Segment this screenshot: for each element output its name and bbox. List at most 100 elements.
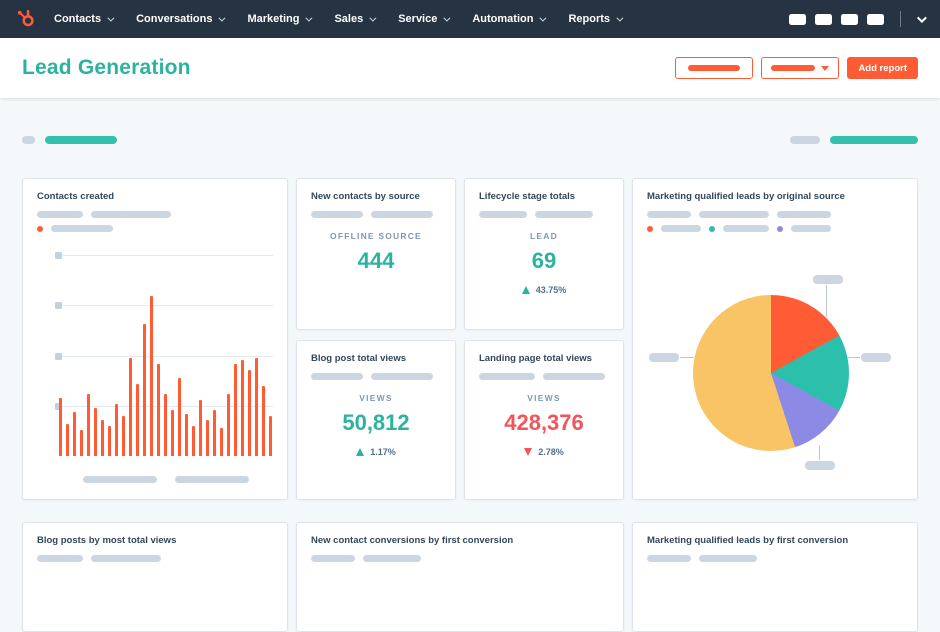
bar[interactable]	[248, 370, 251, 456]
redacted-legend-label	[647, 555, 691, 562]
bar[interactable]	[87, 394, 90, 456]
bar[interactable]	[178, 378, 181, 456]
nav-item-label: Conversations	[136, 13, 213, 25]
nav-item-contacts[interactable]: Contacts	[54, 13, 115, 25]
card-mql-by-first-conversion: Marketing qualified leads by first conve…	[632, 522, 918, 632]
redacted-legend-label	[37, 211, 83, 218]
bar[interactable]	[171, 410, 174, 456]
nav-item-label: Service	[398, 13, 438, 25]
redacted-legend-label	[791, 225, 831, 232]
card-new-contact-conversions: New contact conversions by first convers…	[296, 522, 624, 632]
metric-value: 69	[531, 248, 557, 273]
hubspot-logo[interactable]	[16, 9, 36, 29]
redacted-button-label	[688, 65, 741, 71]
redacted-legend-label	[647, 211, 691, 218]
dashboard-filters-right	[790, 136, 918, 144]
metric-delta: 43.75%	[479, 285, 609, 295]
nav-item-marketing[interactable]: Marketing	[247, 13, 313, 25]
bar[interactable]	[59, 398, 62, 456]
card-blog-post-total-views: Blog post total views VIEWS 50,812 1.17%	[296, 340, 456, 500]
header-action-button[interactable]	[675, 57, 754, 79]
bar[interactable]	[262, 386, 265, 456]
nav-item-sales[interactable]: Sales	[334, 13, 377, 25]
redacted-legend-label	[91, 211, 171, 218]
bar[interactable]	[101, 420, 104, 456]
bar[interactable]	[80, 430, 83, 456]
metric-label: VIEWS	[527, 393, 561, 403]
dashboard-filter-chip[interactable]	[830, 136, 918, 144]
bar[interactable]	[234, 364, 237, 456]
page-header: Lead Generation Add report	[0, 38, 940, 98]
bar[interactable]	[136, 384, 139, 456]
card-new-contacts-by-source: New contacts by source OFFLINE SOURCE 44…	[296, 178, 456, 330]
nav-action-icon-3[interactable]	[841, 13, 858, 25]
bar[interactable]	[73, 412, 76, 456]
account-chevron-down-icon[interactable]	[916, 12, 927, 23]
series-dot-icon	[709, 225, 715, 232]
legend-row	[479, 211, 609, 218]
dropdown-caret-icon	[821, 65, 830, 71]
pie-callout-line	[847, 357, 860, 358]
card-title: Landing page total views	[479, 353, 592, 364]
add-report-button[interactable]: Add report	[847, 57, 918, 79]
nav-action-icon-4[interactable]	[867, 13, 884, 25]
series-dot-icon	[37, 225, 43, 232]
metric-value: 428,376	[504, 410, 584, 435]
bar[interactable]	[108, 426, 111, 456]
chevron-down-icon	[369, 14, 377, 22]
contacts-bar-chart	[37, 252, 273, 456]
redacted-legend-label	[371, 211, 433, 218]
bar[interactable]	[206, 420, 209, 456]
dashboard-filter-chip[interactable]	[45, 136, 117, 144]
metric-delta: 1.17%	[311, 447, 441, 457]
card-title: Marketing qualified leads by original so…	[647, 191, 845, 202]
redacted-filter-label	[22, 136, 35, 144]
navbar-divider	[900, 11, 901, 27]
bar[interactable]	[122, 416, 125, 456]
card-title: New contact conversions by first convers…	[311, 535, 514, 546]
redacted-legend-label	[37, 555, 83, 562]
pie-callout-line	[819, 445, 820, 460]
bar[interactable]	[94, 408, 97, 456]
bar[interactable]	[269, 416, 272, 456]
bar[interactable]	[192, 426, 195, 456]
nav-action-icon-2[interactable]	[815, 13, 832, 25]
redacted-legend-label	[661, 225, 701, 232]
redacted-legend-label	[371, 373, 433, 380]
nav-item-service[interactable]: Service	[398, 13, 451, 25]
bar[interactable]	[185, 414, 188, 456]
bar[interactable]	[129, 358, 132, 456]
legend-row	[479, 373, 609, 380]
redacted-legend-label	[91, 555, 161, 562]
trend-up-icon	[521, 286, 530, 294]
card-mql-by-original-source: Marketing qualified leads by original so…	[632, 178, 918, 500]
redacted-legend-label	[311, 211, 363, 218]
legend-row	[647, 555, 903, 562]
bar[interactable]	[115, 404, 118, 456]
dashboard-filters-left	[22, 136, 117, 144]
bar[interactable]	[213, 410, 216, 456]
nav-item-conversations[interactable]: Conversations	[136, 13, 226, 25]
legend-row	[647, 225, 903, 232]
pie-callout-label	[649, 353, 679, 362]
nav-item-automation[interactable]: Automation	[472, 13, 547, 25]
nav-item-label: Marketing	[247, 13, 300, 25]
redacted-legend-label	[479, 211, 527, 218]
delta-value: 43.75%	[535, 285, 567, 295]
bar[interactable]	[66, 424, 69, 456]
bar[interactable]	[164, 394, 167, 456]
chevron-down-icon	[305, 14, 313, 22]
bar[interactable]	[199, 400, 202, 456]
header-dropdown-button[interactable]	[761, 57, 840, 79]
bar[interactable]	[255, 358, 258, 456]
bar[interactable]	[227, 394, 230, 456]
nav-item-reports[interactable]: Reports	[568, 13, 624, 25]
bar[interactable]	[143, 324, 146, 456]
bar[interactable]	[241, 360, 244, 456]
bar[interactable]	[157, 364, 160, 456]
bar[interactable]	[220, 428, 223, 456]
bar[interactable]	[150, 296, 153, 456]
pie-chart[interactable]	[693, 295, 849, 451]
nav-action-icon-1[interactable]	[789, 13, 806, 25]
redacted-legend-label	[699, 555, 757, 562]
